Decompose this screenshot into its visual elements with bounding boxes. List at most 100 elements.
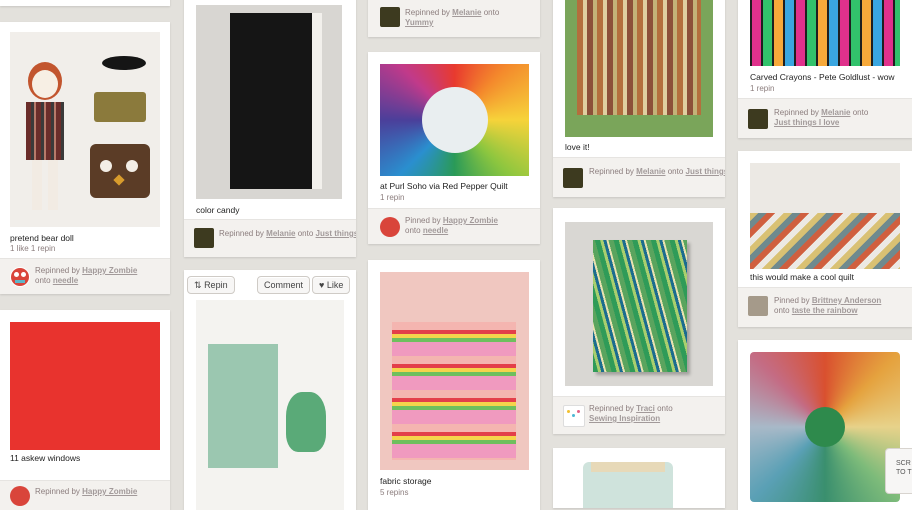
avatar-happy-zombie[interactable] <box>10 486 30 506</box>
onto-label: onto <box>667 167 684 176</box>
user-link[interactable]: Happy Zombie <box>82 487 137 496</box>
board-link[interactable]: needle <box>423 226 448 235</box>
board-link[interactable]: taste the rainbow <box>792 306 858 315</box>
pin-card-purl-soho[interactable]: at Purl Soho via Red Pepper Quilt 1 repi… <box>368 52 540 244</box>
avatar-brittney-anderson[interactable] <box>748 296 768 316</box>
quilt-black-panel <box>230 13 322 189</box>
pin-description: love it! <box>565 142 590 152</box>
pin-image-patchwork-quilt[interactable] <box>565 0 713 137</box>
onto-label: onto <box>852 108 869 117</box>
pin-image-fabric-wheel[interactable] <box>380 64 529 176</box>
board-link[interactable]: Just things I love <box>686 167 725 177</box>
pin-stats: 1 like 1 repin <box>10 244 56 253</box>
like-button[interactable]: ♥ Like <box>312 276 351 294</box>
attribution-text: Repinned by Happy Zombie <box>35 487 137 497</box>
pin-description: at Purl Soho via Red Pepper Quilt <box>380 181 508 191</box>
pin-description: this would make a cool quilt <box>750 272 854 282</box>
onto-label: onto <box>657 404 673 413</box>
avatar-melanie[interactable] <box>563 168 583 188</box>
avatar-happy-zombie[interactable] <box>10 267 30 287</box>
green-bottle <box>286 392 326 452</box>
attribution-text: Pinned by Brittney Anderson onto taste t… <box>774 296 881 316</box>
pin-image-pincushion[interactable] <box>196 300 344 510</box>
doll-figure <box>24 62 66 212</box>
board-link[interactable]: Sewing Inspiration <box>589 414 660 423</box>
teal-box <box>208 344 278 468</box>
avatar-melanie[interactable] <box>748 109 768 129</box>
attribution-text: Repinned by Happy Zombie onto needle <box>35 266 137 286</box>
attribution-text: Repinned by Melanie onto Just things I l… <box>219 229 356 239</box>
quilt-pattern <box>577 0 701 115</box>
user-link[interactable]: Melanie <box>266 229 295 238</box>
white-center <box>422 87 488 153</box>
attribution-text: Repinned by Traci onto Sewing Inspiratio… <box>589 404 673 424</box>
attribution-action: Repinned by <box>589 167 634 176</box>
pin-card-bottom-col4[interactable] <box>553 448 725 508</box>
pin-attribution: Pinned by Brittney Anderson onto taste t… <box>738 287 912 327</box>
onto-label: onto <box>483 8 500 17</box>
pin-description: pretend bear doll <box>10 233 74 243</box>
onto-label: onto <box>297 229 314 238</box>
triangle-blocks <box>750 213 900 269</box>
pin-image-color-candy[interactable] <box>196 5 342 199</box>
pin-attribution: Repinned by Melanie onto Just things I l… <box>738 98 912 138</box>
onto-label: onto <box>35 276 51 285</box>
pin-card-pincushion[interactable]: ⇅ Repin Comment ♥ Like <box>184 270 356 510</box>
board-link[interactable]: needle <box>53 276 78 285</box>
board-link[interactable]: Just things I love <box>316 229 356 239</box>
board-link[interactable]: Yummy <box>405 18 433 27</box>
pin-card-color-candy[interactable]: color candy Repinned by Melanie onto Jus… <box>184 0 356 257</box>
pin-attribution: Pinned by Happy Zombie onto needle <box>368 208 540 244</box>
pin-attribution: Repinned by Happy Zombie <box>0 480 170 510</box>
repin-label: Repin <box>204 280 228 290</box>
user-link[interactable]: Traci <box>636 404 655 413</box>
attribution-text: Pinned by Happy Zombie onto needle <box>405 216 498 236</box>
pin-card-love-it[interactable]: love it! Repinned by Melanie onto Just t… <box>553 0 725 197</box>
avatar-melanie[interactable] <box>194 228 214 248</box>
pin-attribution: Repinned by Happy Zombie onto needle <box>0 258 170 294</box>
user-link[interactable]: Brittney Anderson <box>812 296 882 305</box>
pin-image-fabric-storage[interactable] <box>380 272 529 470</box>
pin-card-sewing-inspiration[interactable]: Repinned by Traci onto Sewing Inspiratio… <box>553 208 725 434</box>
pin-card-askew-windows[interactable]: 11 askew windows Repinned by Happy Zombi… <box>0 310 170 510</box>
user-link[interactable]: Happy Zombie <box>443 216 498 225</box>
pin-card-cool-quilt[interactable]: this would make a cool quilt Pinned by B… <box>738 151 912 327</box>
board-link[interactable]: Just things I love <box>774 118 839 127</box>
attribution-action: Repinned by <box>35 266 80 275</box>
pin-image-askew-windows[interactable] <box>10 322 160 450</box>
pin-attribution: Repinned by Melanie onto Just things I l… <box>184 219 356 257</box>
pin-card-carved-crayons[interactable]: Carved Crayons - Pete Goldlust - wow 1 r… <box>738 0 912 138</box>
attribution-action: Pinned by <box>774 296 810 305</box>
pin-card-repinned-yummy[interactable]: Repinned by Melanie onto Yummy <box>368 0 540 37</box>
scroll-top-line2: TO T <box>896 469 912 476</box>
wheel-center <box>805 407 845 447</box>
pin-image-bear-doll[interactable] <box>10 32 160 227</box>
repin-icon: ⇅ <box>194 280 202 290</box>
onto-label: onto <box>405 226 421 235</box>
repin-button[interactable]: ⇅ Repin <box>187 276 235 294</box>
canvas-art <box>593 240 687 372</box>
pin-description: Carved Crayons - Pete Goldlust - wow <box>750 72 895 82</box>
pin-image-striped-canvas[interactable] <box>565 222 713 386</box>
pin-image-teal-box[interactable] <box>583 462 673 508</box>
avatar-melanie[interactable] <box>380 7 400 27</box>
pin-image-paint-chip-wheel[interactable] <box>750 352 900 502</box>
window-grid <box>20 334 152 442</box>
user-link[interactable]: Melanie <box>452 8 481 17</box>
user-link[interactable]: Melanie <box>636 167 665 176</box>
attribution-action: Repinned by <box>219 229 264 238</box>
pin-stats: 5 repins <box>380 488 409 497</box>
user-link[interactable]: Happy Zombie <box>82 266 137 275</box>
scroll-to-top-button[interactable]: SCR TO T <box>885 448 912 494</box>
user-link[interactable]: Melanie <box>821 108 850 117</box>
pin-image-carved-crayons[interactable] <box>750 0 900 66</box>
avatar-traci[interactable] <box>563 405 585 427</box>
pin-card-bear-doll[interactable]: pretend bear doll 1 like 1 repin Repinne… <box>0 22 170 294</box>
pin-attribution: Repinned by Melanie onto Just things I l… <box>553 157 725 197</box>
pin-card-fabric-storage[interactable]: fabric storage 5 repins <box>368 260 540 510</box>
attribution-action: Pinned by <box>405 216 441 225</box>
pin-card-top-stub[interactable] <box>0 0 170 6</box>
comment-button[interactable]: Comment <box>257 276 311 294</box>
pin-image-triangle-quilt[interactable] <box>750 163 900 269</box>
avatar-happy-zombie[interactable] <box>380 217 400 237</box>
